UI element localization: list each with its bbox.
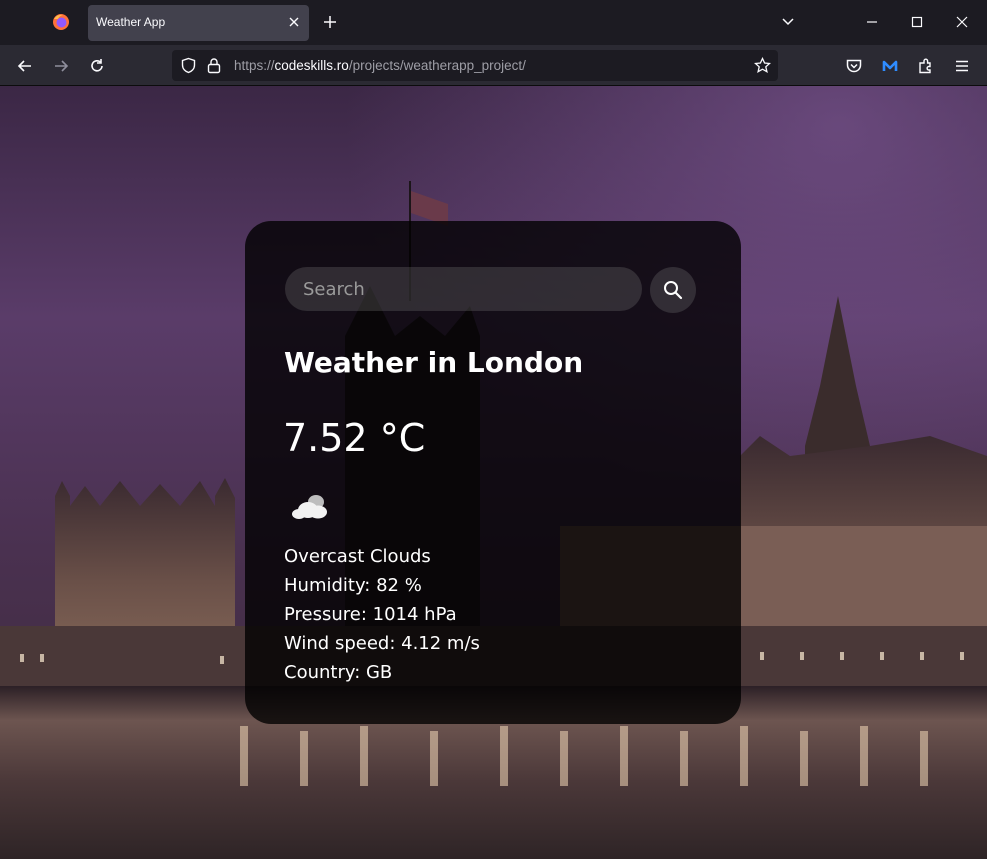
tab-weather-app[interactable]: Weather App xyxy=(88,5,309,41)
tab-bar: Weather App xyxy=(0,0,987,45)
search-button[interactable] xyxy=(650,267,696,313)
reload-icon[interactable] xyxy=(88,57,106,75)
weather-description: Overcast Clouds xyxy=(284,546,431,567)
puzzle-icon[interactable] xyxy=(917,57,935,75)
humidity: Humidity: 82 % xyxy=(284,575,422,596)
cloud-icon xyxy=(292,495,327,519)
hamburger-icon[interactable] xyxy=(953,57,971,75)
page-background: Weather in London 7.52 °C Overcast Cloud… xyxy=(0,86,987,859)
plus-icon[interactable] xyxy=(322,14,338,30)
weather-card: Weather in London 7.52 °C Overcast Cloud… xyxy=(245,221,741,724)
url-host: codeskills.ro xyxy=(274,58,349,73)
arrow-right-icon[interactable] xyxy=(52,57,70,75)
close-icon[interactable] xyxy=(287,15,301,29)
pressure: Pressure: 1014 hPa xyxy=(284,604,457,625)
url-bar[interactable]: https://codeskills.ro/projects/weatherap… xyxy=(172,50,778,81)
country: Country: GB xyxy=(284,662,393,683)
tab-title: Weather App xyxy=(96,15,166,29)
wind-speed: Wind speed: 4.12 m/s xyxy=(284,633,480,654)
url-prefix: https:// xyxy=(234,58,275,73)
arrow-left-icon[interactable] xyxy=(16,57,34,75)
shield-icon[interactable] xyxy=(180,57,197,74)
extension-m-icon[interactable] xyxy=(881,57,899,75)
chevron-down-icon[interactable] xyxy=(780,14,796,30)
weather-details: Overcast Clouds Humidity: 82 % Pressure:… xyxy=(284,542,480,687)
city-title: Weather in London xyxy=(284,346,584,379)
close-icon[interactable] xyxy=(954,14,970,30)
lock-icon[interactable] xyxy=(206,57,222,74)
minimize-icon[interactable] xyxy=(864,14,880,30)
pocket-icon[interactable] xyxy=(845,57,863,75)
search-input[interactable] xyxy=(285,267,642,311)
navigation-toolbar: https://codeskills.ro/projects/weatherap… xyxy=(0,45,987,86)
url-path: /projects/weatherapp_project/ xyxy=(348,58,526,73)
star-icon[interactable] xyxy=(754,57,771,74)
firefox-icon[interactable] xyxy=(52,13,70,31)
temperature: 7.52 °C xyxy=(283,416,426,460)
url-text[interactable]: https://codeskills.ro/projects/weatherap… xyxy=(234,58,526,73)
search-icon xyxy=(664,281,683,300)
maximize-icon[interactable] xyxy=(909,14,925,30)
